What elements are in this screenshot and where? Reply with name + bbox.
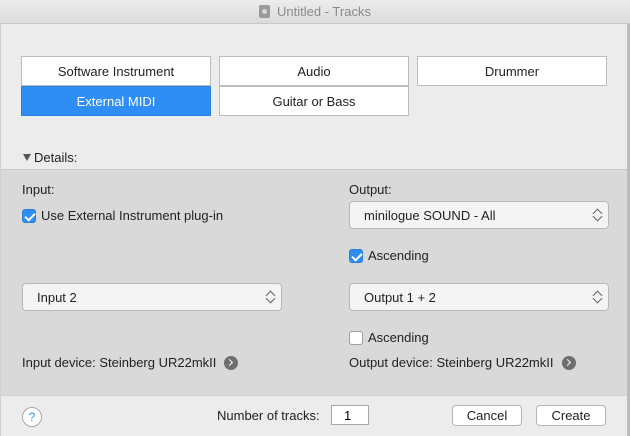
checkbox-unchecked-icon[interactable] bbox=[349, 330, 363, 345]
num-tracks-label: Number of tracks: bbox=[217, 408, 320, 423]
type-guitar-or-bass[interactable]: Guitar or Bass bbox=[219, 86, 409, 116]
help-button[interactable]: ? bbox=[22, 407, 42, 427]
type-software-instrument[interactable]: Software Instrument bbox=[21, 56, 211, 86]
details-label: Details: bbox=[34, 150, 78, 165]
new-track-sheet: Software Instrument Audio Drummer Extern… bbox=[0, 24, 630, 436]
num-tracks-input[interactable] bbox=[331, 405, 369, 425]
type-audio[interactable]: Audio bbox=[219, 56, 409, 86]
input-label: Input: bbox=[22, 182, 55, 197]
ascending-checkbox-1[interactable]: Ascending bbox=[349, 248, 429, 263]
use-external-plugin-checkbox[interactable]: Use External Instrument plug-in bbox=[22, 208, 223, 223]
details-disclosure[interactable]: Details: bbox=[23, 150, 77, 165]
midi-destination-popup[interactable]: minilogue SOUND - All bbox=[349, 201, 609, 229]
type-external-midi[interactable]: External MIDI bbox=[21, 86, 211, 116]
output-device-arrow-icon[interactable] bbox=[561, 355, 576, 370]
output-device-label: Output device: Steinberg UR22mkII bbox=[349, 355, 554, 370]
input-popup-value: Input 2 bbox=[37, 289, 77, 305]
checkbox-checked-icon[interactable] bbox=[349, 248, 363, 263]
document-icon bbox=[259, 5, 271, 18]
new-tracks-window: Untitled - Tracks Software Instrument Au… bbox=[0, 0, 630, 436]
output-popup[interactable]: Output 1 + 2 bbox=[349, 283, 609, 311]
midi-destination-value: minilogue SOUND - All bbox=[364, 207, 496, 223]
type-drummer[interactable]: Drummer bbox=[417, 56, 607, 86]
disclosure-triangle-icon bbox=[23, 154, 31, 161]
updown-chevron-icon bbox=[593, 290, 602, 304]
updown-chevron-icon bbox=[266, 290, 275, 304]
input-popup[interactable]: Input 2 bbox=[22, 283, 282, 311]
sheet-footer: ? Number of tracks: Cancel Create bbox=[1, 395, 629, 436]
details-panel: Input: Use External Instrument plug-in I… bbox=[1, 169, 629, 395]
title-bar: Untitled - Tracks bbox=[0, 0, 630, 24]
updown-chevron-icon bbox=[593, 208, 602, 222]
ascending-checkbox-2[interactable]: Ascending bbox=[349, 330, 429, 345]
use-external-plugin-label: Use External Instrument plug-in bbox=[41, 208, 224, 223]
create-button[interactable]: Create bbox=[536, 405, 606, 426]
ascending-label-1: Ascending bbox=[368, 248, 429, 263]
input-device-label: Input device: Steinberg UR22mkII bbox=[22, 355, 217, 370]
output-label: Output: bbox=[349, 182, 392, 197]
cancel-button[interactable]: Cancel bbox=[452, 405, 522, 426]
input-device-row: Input device: Steinberg UR22mkII bbox=[22, 355, 239, 370]
window-title: Untitled - Tracks bbox=[277, 4, 371, 19]
output-device-row: Output device: Steinberg UR22mkII bbox=[349, 355, 576, 370]
output-popup-value: Output 1 + 2 bbox=[364, 289, 436, 305]
checkbox-checked-icon[interactable] bbox=[22, 208, 36, 223]
input-device-arrow-icon[interactable] bbox=[224, 355, 239, 370]
ascending-label-2: Ascending bbox=[368, 330, 429, 345]
